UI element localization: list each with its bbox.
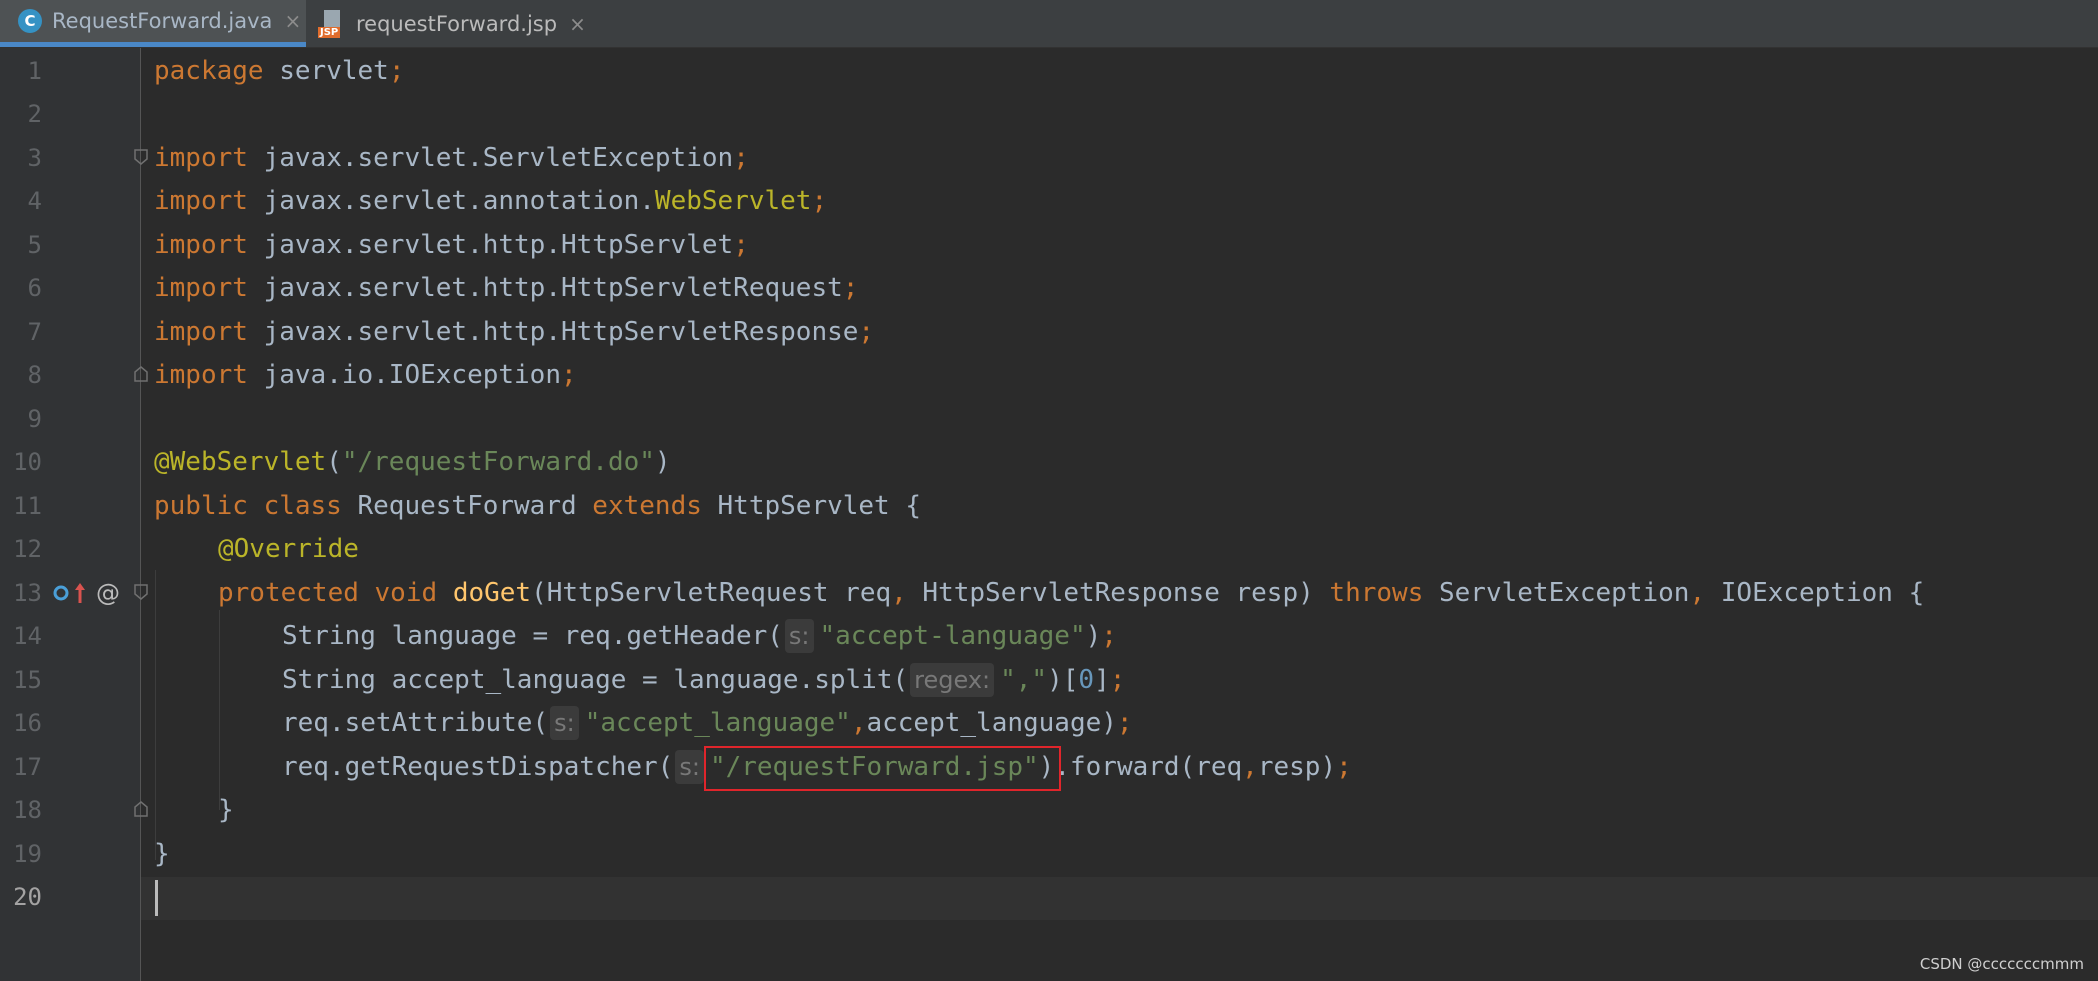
gutter-icons-line-13[interactable]: @ — [52, 578, 120, 608]
line-number: 2 — [27, 100, 42, 128]
tab-requestforward-java[interactable]: C RequestForward.java × — [0, 0, 306, 47]
param-hint: s: — [550, 706, 579, 740]
current-line-highlight — [141, 877, 2098, 920]
line-number: 1 — [27, 57, 42, 85]
code-line-4[interactable]: import javax.servlet.annotation.WebServl… — [154, 180, 827, 223]
line-number: 12 — [13, 535, 42, 563]
line-number: 19 — [13, 840, 42, 868]
line-number: 5 — [27, 231, 42, 259]
line-number: 13 — [13, 579, 42, 607]
line-number: 7 — [27, 318, 42, 346]
line-number: 18 — [13, 796, 42, 824]
tab-requestforward-jsp[interactable]: JSP requestForward.jsp × — [318, 0, 588, 47]
code-line-16[interactable]: req.setAttribute(s: "accept_language",acc… — [282, 702, 1133, 745]
editor-tab-bar: C RequestForward.java × JSP requestForwa… — [0, 0, 2098, 48]
annotation-at-icon[interactable]: @ — [96, 579, 120, 607]
watermark: CSDN @cccccccmmm — [1919, 955, 2084, 973]
fold-start-icon[interactable] — [134, 584, 148, 600]
code-line-11[interactable]: public class RequestForward extends Http… — [154, 485, 921, 528]
fold-end-icon[interactable] — [134, 801, 148, 817]
code-line-8[interactable]: import java.io.IOException; — [154, 354, 577, 397]
code-line-6[interactable]: import javax.servlet.http.HttpServletReq… — [154, 267, 858, 310]
code-line-14[interactable]: String language = req.getHeader(s: "accep… — [282, 615, 1117, 658]
implementing-method-icon[interactable] — [52, 584, 70, 602]
code-line-12[interactable]: @Override — [218, 528, 359, 571]
line-number: 6 — [27, 274, 42, 302]
fold-start-icon[interactable] — [134, 149, 148, 165]
highlight-box — [704, 746, 1061, 791]
line-number: 3 — [27, 144, 42, 172]
java-class-icon: C — [18, 9, 42, 33]
param-hint: s: — [784, 619, 814, 653]
fold-end-icon[interactable] — [134, 366, 148, 382]
code-line-18[interactable]: } — [218, 789, 234, 832]
close-icon[interactable]: × — [569, 12, 586, 36]
tab-label: requestForward.jsp — [356, 11, 558, 36]
line-number: 10 — [13, 448, 42, 476]
up-arrow-icon — [75, 583, 85, 603]
line-number: 17 — [13, 753, 42, 781]
code-line-15[interactable]: String accept_language = language.split(… — [282, 659, 1125, 702]
code-line-3[interactable]: import javax.servlet.ServletException; — [154, 137, 749, 180]
indent-guide — [219, 610, 220, 810]
tab-label: RequestForward.java — [52, 9, 273, 33]
code-line-19[interactable]: } — [154, 833, 170, 876]
code-line-5[interactable]: import javax.servlet.http.HttpServlet; — [154, 224, 749, 267]
code-line-7[interactable]: import javax.servlet.http.HttpServletRes… — [154, 311, 874, 354]
code-line-10[interactable]: @WebServlet("/requestForward.do") — [154, 441, 671, 484]
param-hint: s: — [675, 750, 704, 784]
line-number: 14 — [13, 622, 42, 650]
line-number: 20 — [13, 883, 42, 911]
line-number: 11 — [13, 492, 42, 520]
line-number: 4 — [27, 187, 42, 215]
jsp-file-icon: JSP — [318, 9, 346, 38]
indent-guide — [155, 570, 156, 860]
line-number: 16 — [13, 709, 42, 737]
line-number: 9 — [27, 405, 42, 433]
code-line-13[interactable]: protected void doGet(HttpServletRequest … — [218, 572, 1924, 615]
close-icon[interactable]: × — [284, 9, 301, 33]
line-number: 8 — [27, 361, 42, 389]
param-hint: regex: — [910, 663, 995, 697]
text-caret — [155, 880, 158, 916]
line-number: 15 — [13, 666, 42, 694]
code-line-1[interactable]: package servlet; — [154, 50, 404, 93]
